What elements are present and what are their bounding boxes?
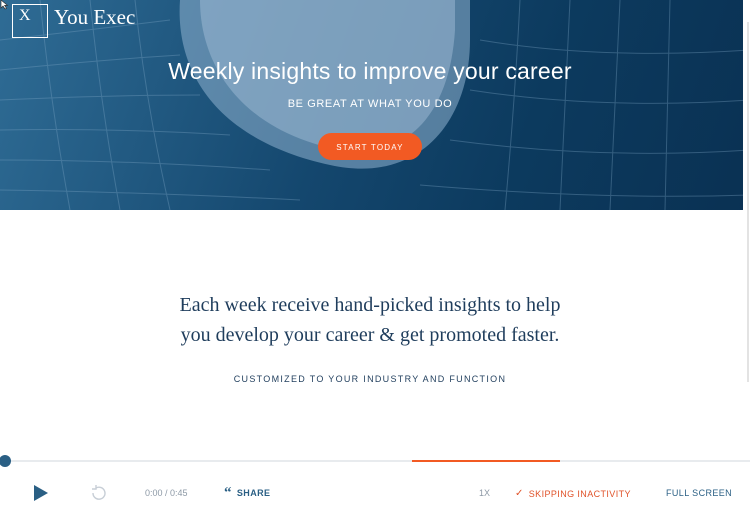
- replay-icon[interactable]: [89, 484, 109, 502]
- inactivity-segment: [412, 460, 560, 462]
- mouse-cursor-icon: [0, 0, 9, 10]
- playback-time: 0:00 / 0:45: [145, 488, 188, 498]
- quote-icon: “: [224, 485, 232, 501]
- share-button[interactable]: “ SHARE: [224, 485, 271, 501]
- skipping-inactivity-label: SKIPPING INACTIVITY: [528, 488, 631, 499]
- playback-speed-button[interactable]: 1X: [479, 488, 490, 498]
- tagline-line-2: you develop your career & get promoted f…: [180, 324, 560, 346]
- hero-banner: X You Exec Weekly insights to improve yo…: [0, 0, 750, 210]
- player-controls: 0:00 / 0:45 “ SHARE 1X ✓ SKIPPING INACTI…: [0, 468, 750, 512]
- start-today-button[interactable]: START TODAY: [318, 133, 422, 160]
- logo-mark: X: [12, 4, 48, 38]
- section-subheading: CUSTOMIZED TO YOUR INDUSTRY AND FUNCTION: [233, 374, 507, 384]
- playback-progress-track[interactable]: [0, 460, 750, 462]
- playback-scrubber-handle[interactable]: [0, 455, 11, 467]
- scrollbar-thumb[interactable]: [747, 22, 749, 382]
- tagline-line-1: Each week receive hand-picked insights t…: [179, 294, 561, 316]
- full-screen-button[interactable]: FULL SCREEN: [666, 488, 732, 498]
- scrollbar[interactable]: [743, 0, 750, 395]
- tagline: Each week receive hand-picked insights t…: [0, 290, 740, 350]
- brand-name: You Exec: [54, 4, 136, 29]
- check-icon: ✓: [515, 488, 524, 499]
- share-label: SHARE: [236, 488, 271, 498]
- play-icon[interactable]: [33, 484, 49, 502]
- hero-subtitle: BE GREAT AT WHAT YOU DO: [287, 98, 453, 110]
- logo[interactable]: X You Exec: [12, 4, 135, 38]
- hero-title: Weekly insights to improve your career: [168, 58, 572, 84]
- skipping-inactivity-toggle[interactable]: ✓ SKIPPING INACTIVITY: [515, 488, 631, 499]
